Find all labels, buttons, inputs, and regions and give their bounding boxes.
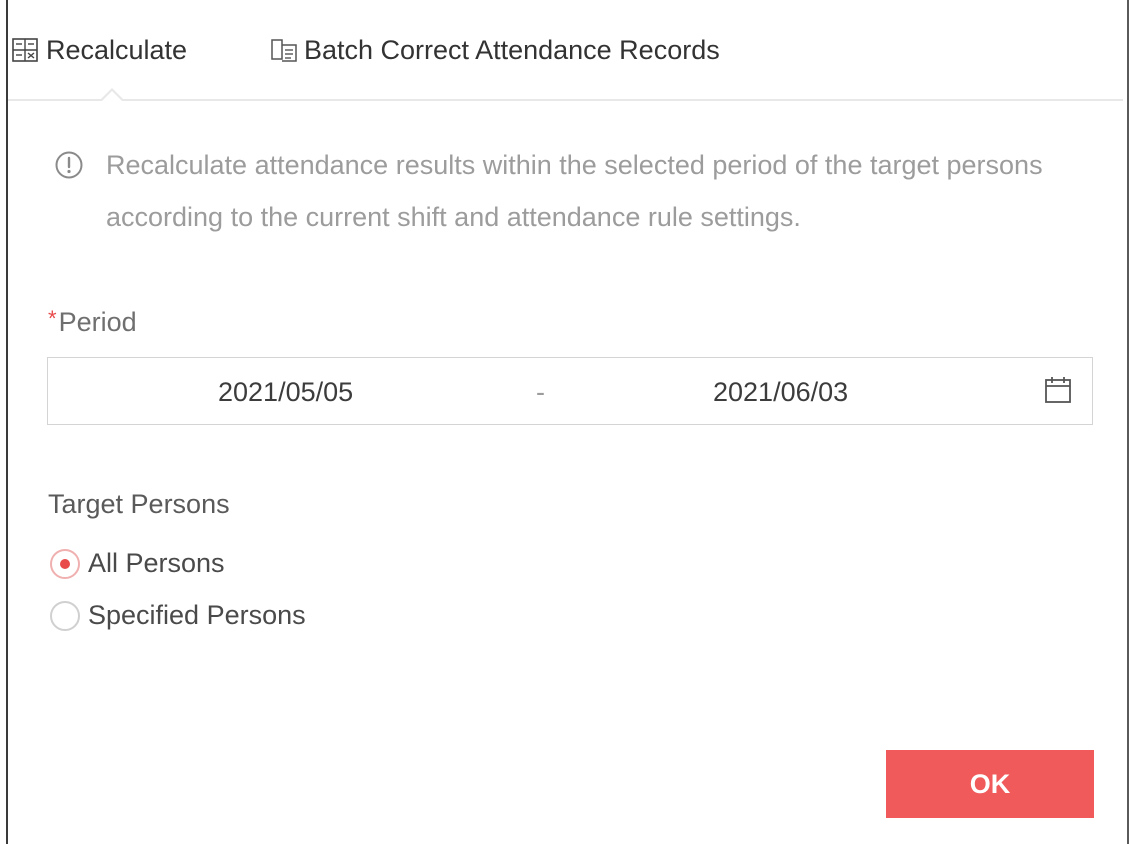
info-text: Recalculate attendance results within th… xyxy=(106,150,1043,232)
radio-specified-persons-input[interactable] xyxy=(50,600,80,631)
required-mark: * xyxy=(48,306,57,331)
tab-batch-correct-label: Batch Correct Attendance Records xyxy=(304,34,720,65)
radio-all-persons[interactable]: All Persons xyxy=(50,548,225,579)
tab-divider xyxy=(8,99,1123,101)
tab-recalculate-label: Recalculate xyxy=(46,34,188,65)
period-start-date[interactable]: 2021/05/05 xyxy=(218,377,353,408)
radio-specified-persons-label[interactable]: Specified Persons xyxy=(88,600,306,631)
period-date-range-picker[interactable]: 2021/05/05 - 2021/06/03 xyxy=(47,357,1093,425)
ok-button[interactable]: OK xyxy=(886,750,1094,818)
period-label-text: Period xyxy=(58,307,137,337)
period-label: *Period xyxy=(48,306,137,338)
batch-correct-icon xyxy=(270,37,297,63)
tab-batch-correct[interactable]: Batch Correct Attendance Records xyxy=(270,28,720,72)
calendar-icon[interactable] xyxy=(1043,375,1073,405)
target-persons-label: Target Persons xyxy=(48,489,230,519)
recalculate-icon xyxy=(12,37,38,63)
dialog-panel: Recalculate Batch Correct Attendance Rec… xyxy=(0,0,1133,844)
info-circle-icon xyxy=(54,150,84,180)
radio-specified-persons[interactable]: Specified Persons xyxy=(50,600,306,631)
panel-left-border xyxy=(6,0,8,844)
period-end-date[interactable]: 2021/06/03 xyxy=(713,377,848,408)
date-range-separator: - xyxy=(536,377,545,407)
tab-recalculate[interactable]: Recalculate xyxy=(12,28,187,72)
radio-all-persons-input[interactable] xyxy=(50,548,80,579)
radio-all-persons-label[interactable]: All Persons xyxy=(88,548,225,579)
info-message: Recalculate attendance results within th… xyxy=(54,148,1064,243)
panel-right-border xyxy=(1127,0,1129,844)
